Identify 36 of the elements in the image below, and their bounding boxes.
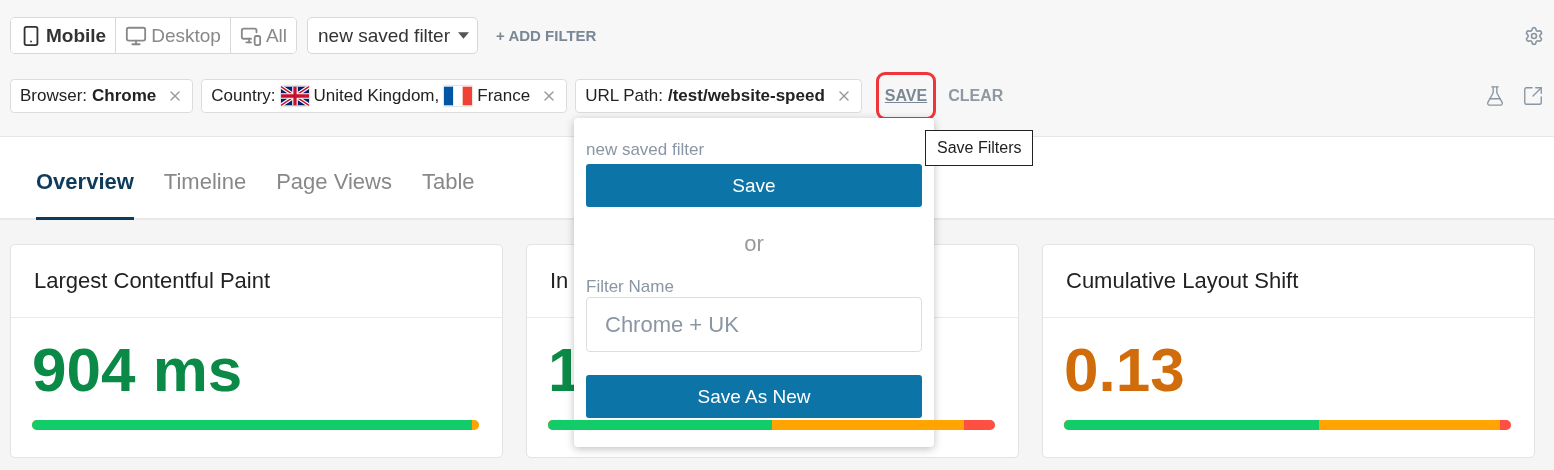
card-title: In: [550, 268, 569, 294]
metric-value: 0.13: [1064, 334, 1185, 406]
flask-icon[interactable]: [1484, 85, 1506, 107]
filter-chip[interactable]: URL Path: /test/website-speed: [575, 79, 862, 113]
filter-value: /test/website-speed: [667, 86, 825, 106]
save-button[interactable]: Save: [586, 164, 922, 207]
card-title: Largest Contentful Paint: [34, 268, 271, 294]
filter-value: Chrome: [92, 86, 157, 106]
save-as-new-button[interactable]: Save As New: [586, 375, 922, 418]
tab[interactable]: Page Views: [276, 169, 392, 220]
field-label: Filter Name: [586, 277, 675, 297]
tab[interactable]: Overview: [36, 169, 134, 220]
current-filter-name: new saved filter: [586, 140, 706, 160]
separator-text: or: [743, 231, 765, 257]
caret-icon: [458, 32, 469, 39]
save-link[interactable]: SAVE: [884, 87, 928, 105]
filter-chip[interactable]: Browser: Chrome: [10, 79, 194, 113]
card-title: Cumulative Layout Shift: [1066, 268, 1299, 294]
filter-label: Browser:: [20, 86, 88, 106]
filter-label: Country:: [211, 86, 276, 106]
device-option[interactable]: Mobile: [11, 18, 117, 53]
clear-link[interactable]: CLEAR: [948, 87, 1004, 105]
external-link-icon[interactable]: [1522, 85, 1544, 107]
settings-icon[interactable]: [1524, 25, 1544, 46]
tab[interactable]: Timeline: [163, 169, 247, 220]
monitor-icon: [125, 24, 148, 47]
tooltip: Save Filters: [925, 130, 1034, 166]
filter-label: URL Path:: [585, 86, 663, 106]
filter-name-field[interactable]: Chrome + UK: [586, 297, 922, 352]
filter-value: France: [477, 86, 531, 106]
saved-filter-dropdown[interactable]: new saved filter: [307, 17, 478, 54]
metric-value: 904 ms: [32, 334, 243, 406]
add-filter-link[interactable]: + ADD FILTER: [496, 27, 597, 44]
filter-value: United Kingdom,: [313, 86, 440, 106]
filter-chip[interactable]: Country: United Kingdom, France: [201, 79, 568, 113]
tab[interactable]: Table: [421, 169, 475, 220]
